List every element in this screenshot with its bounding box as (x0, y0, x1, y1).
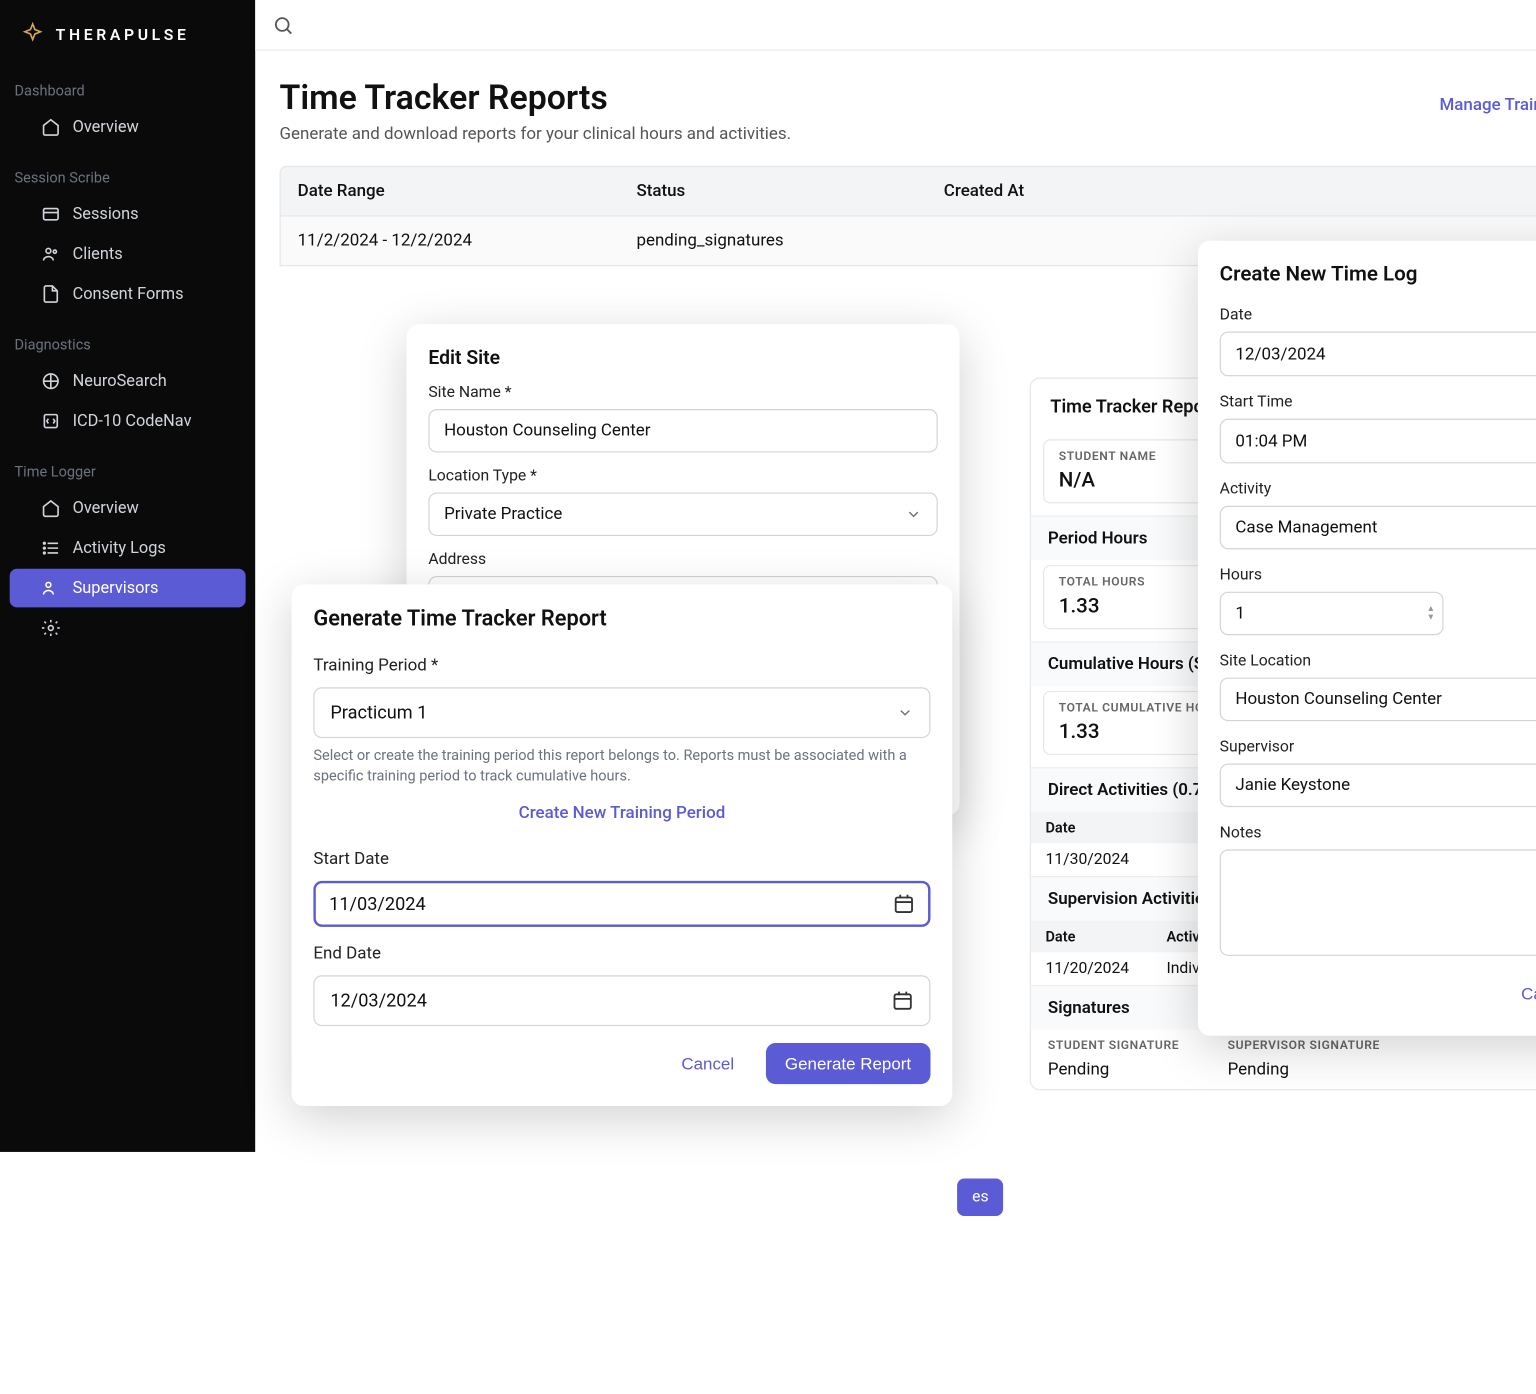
student-sig-label: STUDENT SIGNATURE (1048, 1039, 1179, 1052)
card-icon (41, 204, 60, 223)
sidebar-item-label: Overview (73, 117, 139, 136)
col-date-range: Date Range (298, 182, 637, 201)
supervisor-select[interactable]: Janie Keystone (1220, 764, 1536, 808)
manage-periods-link[interactable]: Manage Training Periods (1439, 96, 1536, 115)
sidebar-item-label: ICD-10 CodeNav (73, 411, 192, 430)
sidebar: THERAPULSE Dashboard Overview Session Sc… (0, 0, 255, 1152)
brand-logo: THERAPULSE (0, 10, 255, 68)
activity-select[interactable]: Case Management (1220, 506, 1536, 550)
start-date-input[interactable]: 11/03/2024 (313, 880, 930, 926)
list-icon (41, 538, 60, 557)
nav-section-dashboard: Dashboard (0, 75, 255, 106)
training-period-label: Training Period * (313, 656, 930, 675)
page-title: Time Tracker Reports (280, 77, 792, 117)
cell-date: 11/30/2024 (1045, 851, 1166, 869)
cell-date: 11/20/2024 (1045, 960, 1166, 978)
supervisor-sig-value: Pending (1228, 1060, 1380, 1079)
student-sig-value: Pending (1048, 1060, 1179, 1079)
supervisor-label: Supervisor (1220, 738, 1536, 756)
home-icon (41, 117, 60, 136)
search-icon[interactable] (272, 14, 294, 36)
hours-input[interactable]: 1 ▲▼ (1220, 592, 1444, 636)
col-actions: Actions (1452, 182, 1536, 201)
table-header: Date Range Status Created At Actions (280, 166, 1536, 217)
notes-textarea[interactable] (1220, 849, 1536, 955)
brain-icon (41, 371, 60, 390)
start-time-input[interactable]: 01:04 PM (1220, 419, 1536, 464)
topbar (255, 0, 1536, 51)
sidebar-item-label: Activity Logs (73, 538, 166, 557)
sidebar-item-neurosearch[interactable]: NeuroSearch (10, 362, 246, 401)
start-date-label: Start Date (313, 849, 930, 868)
sidebar-item-supervisors[interactable]: Supervisors (10, 569, 246, 608)
site-location-select[interactable]: Houston Counseling Center (1220, 678, 1536, 722)
end-date-label: End Date (313, 943, 930, 962)
location-type-label: Location Type * (428, 467, 937, 485)
code-icon (41, 411, 60, 430)
file-icon (41, 284, 60, 303)
start-time-label: Start Time (1220, 393, 1536, 411)
training-period-select[interactable]: Practicum 1 (313, 687, 930, 738)
hours-label: Hours (1220, 566, 1536, 584)
sidebar-item-clients[interactable]: Clients (10, 235, 246, 274)
sidebar-item-label: Supervisors (73, 578, 159, 597)
activity-label: Activity (1220, 480, 1536, 498)
calendar-icon (893, 892, 915, 914)
modal-title: Create New Time Log (1220, 263, 1536, 287)
col-status: Status (636, 182, 943, 201)
chevron-down-icon (897, 704, 914, 721)
sidebar-item-consent-forms[interactable]: Consent Forms (10, 275, 246, 314)
chevron-down-icon (905, 506, 922, 523)
generate-report-submit[interactable]: Generate Report (766, 1043, 931, 1084)
create-period-link[interactable]: Create New Training Period (519, 803, 726, 822)
sidebar-item-activity-logs[interactable]: Activity Logs (10, 529, 246, 568)
cancel-button[interactable]: Cancel (662, 1043, 753, 1084)
logo-icon (19, 22, 46, 49)
sidebar-item-settings[interactable] (10, 609, 246, 648)
nav-section-time-logger: Time Logger (0, 456, 255, 487)
main-area: Time Tracker Reports Generate and downlo… (255, 0, 1536, 1152)
save-button-peek[interactable]: es (958, 1179, 1004, 1217)
brand-text: THERAPULSE (56, 26, 190, 44)
site-location-label: Site Location (1220, 652, 1536, 670)
sidebar-item-label: NeuroSearch (73, 371, 167, 390)
col-created-at: Created At (944, 182, 1452, 201)
users-icon (41, 244, 60, 263)
sidebar-item-time-overview[interactable]: Overview (10, 489, 246, 528)
nav-section-diagnostics: Diagnostics (0, 329, 255, 360)
modal-title: Edit Site (428, 346, 937, 369)
cell-status: pending_signatures (636, 231, 943, 250)
home-icon (41, 499, 60, 518)
calendar-icon (892, 989, 914, 1011)
cell-date-range: 11/2/2024 - 12/2/2024 (298, 231, 637, 250)
sidebar-item-label: Clients (73, 244, 123, 263)
col-date: Date (1045, 819, 1166, 836)
site-name-label: Site Name * (428, 384, 937, 402)
location-type-select[interactable]: Private Practice (428, 492, 937, 536)
site-name-input[interactable]: Houston Counseling Center (428, 409, 937, 453)
sidebar-item-sessions[interactable]: Sessions (10, 195, 246, 234)
generate-report-modal: Generate Time Tracker Report Training Pe… (292, 584, 953, 1105)
address-label: Address (428, 551, 937, 569)
nav-section-session-scribe: Session Scribe (0, 162, 255, 193)
modal-title: Generate Time Tracker Report (313, 606, 930, 631)
end-date-input[interactable]: 12/03/2024 (313, 975, 930, 1026)
sidebar-item-label: Sessions (73, 204, 139, 223)
sidebar-item-label: Overview (73, 499, 139, 518)
users-icon (41, 578, 60, 597)
sidebar-item-icd10[interactable]: ICD-10 CodeNav (10, 402, 246, 441)
date-input[interactable]: 12/03/2024 (1220, 332, 1536, 377)
col-date: Date (1045, 928, 1166, 945)
page-subtitle: Generate and download reports for your c… (280, 125, 792, 144)
stepper-icon[interactable]: ▲▼ (1427, 605, 1435, 622)
cancel-button[interactable]: Cancel (1502, 973, 1536, 1014)
notes-label: Notes (1220, 824, 1536, 842)
sidebar-item-overview[interactable]: Overview (10, 108, 246, 147)
supervisor-sig-label: SUPERVISOR SIGNATURE (1228, 1039, 1380, 1052)
gear-icon (41, 618, 60, 637)
create-time-log-modal: Create New Time Log Date 12/03/2024 Star… (1198, 241, 1536, 1036)
sidebar-item-label: Consent Forms (73, 284, 184, 303)
period-help-text: Select or create the training period thi… (313, 745, 930, 786)
date-label: Date (1220, 306, 1536, 324)
